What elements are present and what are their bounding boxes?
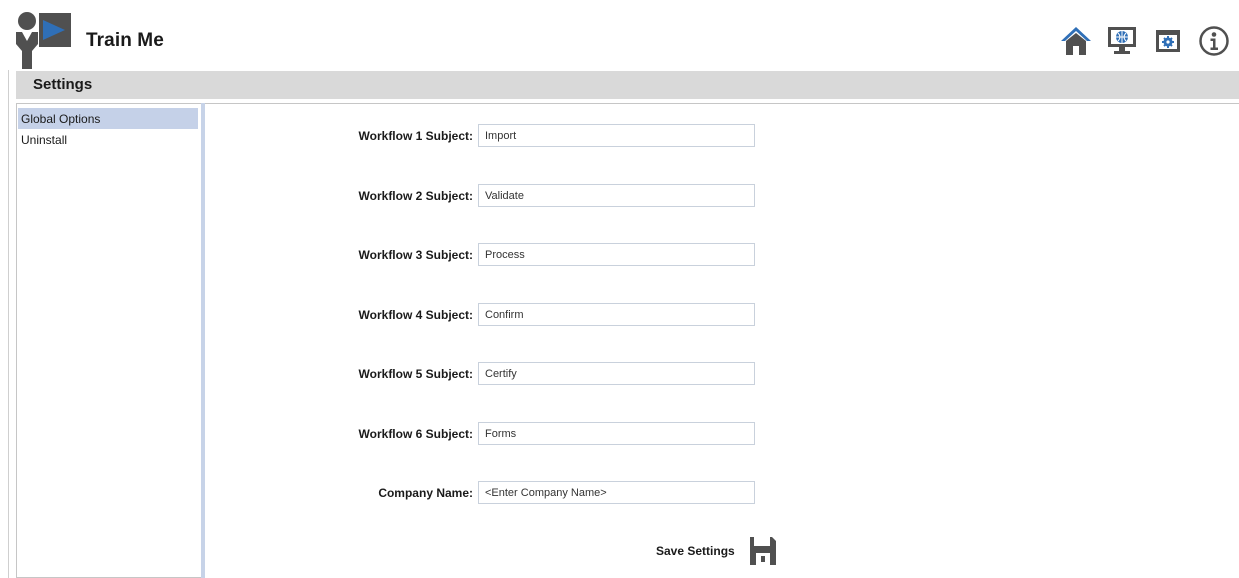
section-title: Settings [33, 76, 93, 93]
header-toolbar [1053, 23, 1237, 59]
workflow-2-label: Workflow 2 Subject: [358, 189, 473, 203]
sidebar-splitter[interactable] [201, 103, 205, 578]
workflow-5-label: Workflow 5 Subject: [358, 367, 473, 381]
workflow-6-subject-input[interactable] [478, 422, 755, 445]
company-name-label: Company Name: [378, 486, 473, 500]
form-row-workflow-4: Workflow 4 Subject: [205, 303, 1239, 327]
save-settings-button[interactable]: Save Settings [656, 535, 777, 567]
save-floppy-icon [749, 536, 777, 566]
settings-sidebar: Global Options Uninstall [16, 103, 201, 578]
form-row-workflow-6: Workflow 6 Subject: [205, 422, 1239, 446]
workflow-5-subject-input[interactable] [478, 362, 755, 385]
workflow-3-label: Workflow 3 Subject: [358, 248, 473, 262]
sidebar-item-global-options[interactable]: Global Options [18, 108, 198, 129]
sidebar-item-uninstall[interactable]: Uninstall [18, 129, 198, 150]
workflow-1-label: Workflow 1 Subject: [358, 129, 473, 143]
workflow-1-subject-input[interactable] [478, 124, 755, 147]
form-row-workflow-2: Workflow 2 Subject: [205, 184, 1239, 208]
info-icon[interactable] [1191, 23, 1237, 59]
workflow-2-subject-input[interactable] [478, 184, 755, 207]
section-header: Settings [16, 71, 1239, 99]
form-row-workflow-1: Workflow 1 Subject: [205, 124, 1239, 148]
app-logo-icon [13, 11, 73, 69]
company-name-input[interactable] [478, 481, 755, 504]
settings-window-icon[interactable] [1145, 23, 1191, 59]
workflow-6-label: Workflow 6 Subject: [358, 427, 473, 441]
content-divider [205, 103, 1239, 104]
workflow-3-subject-input[interactable] [478, 243, 755, 266]
workflow-4-subject-input[interactable] [478, 303, 755, 326]
save-settings-label: Save Settings [656, 544, 735, 558]
app-title: Train Me [86, 30, 164, 51]
workflow-4-label: Workflow 4 Subject: [358, 308, 473, 322]
app-header: Train Me [8, 8, 1239, 70]
home-icon[interactable] [1053, 23, 1099, 59]
form-row-company-name: Company Name: [205, 481, 1239, 505]
form-row-workflow-3: Workflow 3 Subject: [205, 243, 1239, 267]
form-row-workflow-5: Workflow 5 Subject: [205, 362, 1239, 386]
web-monitor-icon[interactable] [1099, 23, 1145, 59]
